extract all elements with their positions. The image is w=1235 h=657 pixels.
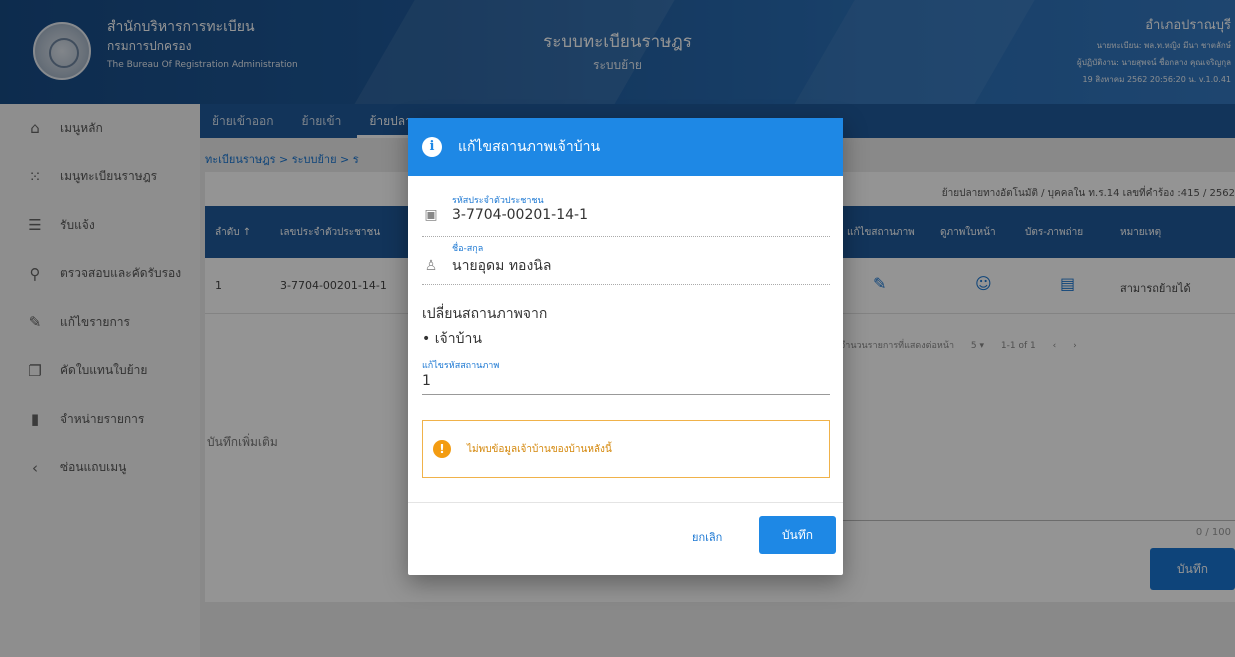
name-label: ชื่อ-สกุล xyxy=(452,244,484,254)
warning-box: ! ไม่พบข้อมูลเจ้าบ้านของบ้านหลังนี้ xyxy=(422,420,830,478)
cancel-button[interactable]: ยกเลิก xyxy=(692,528,722,546)
person-icon: ♙ xyxy=(424,258,438,274)
dialog-save-button[interactable]: บันทึก xyxy=(759,516,836,554)
pid-field: รหัสประจำตัวประชาชน ▣ 3-7704-00201-14-1 xyxy=(422,193,830,237)
status-code-input[interactable]: 1 xyxy=(422,372,830,394)
change-from-label: เปลี่ยนสถานภาพจาก xyxy=(422,306,548,322)
name-field: ชื่อ-สกุล ♙ นายอุดม ทองนิล xyxy=(422,241,830,285)
dialog-header: i แก้ไขสถานภาพเจ้าบ้าน xyxy=(408,118,843,176)
current-status: • เจ้าบ้าน xyxy=(422,331,482,347)
info-icon: i xyxy=(422,137,442,157)
pid-value: 3-7704-00201-14-1 xyxy=(452,207,589,223)
dialog-title: แก้ไขสถานภาพเจ้าบ้าน xyxy=(458,139,601,155)
pid-label: รหัสประจำตัวประชาชน xyxy=(452,196,544,206)
edit-status-dialog: i แก้ไขสถานภาพเจ้าบ้าน รหัสประจำตัวประชา… xyxy=(408,118,843,575)
status-code-label: แก้ไขรหัสสถานภาพ xyxy=(422,361,500,371)
current-status-value: เจ้าบ้าน xyxy=(434,331,482,347)
id-card-icon: ▣ xyxy=(424,207,438,223)
dialog-footer-divider xyxy=(408,502,843,503)
status-code-field[interactable]: แก้ไขรหัสสถานภาพ 1 xyxy=(422,358,830,395)
warning-text: ไม่พบข้อมูลเจ้าบ้านของบ้านหลังนี้ xyxy=(467,443,612,455)
name-value: นายอุดม ทองนิล xyxy=(452,258,552,274)
warning-icon: ! xyxy=(433,440,451,458)
